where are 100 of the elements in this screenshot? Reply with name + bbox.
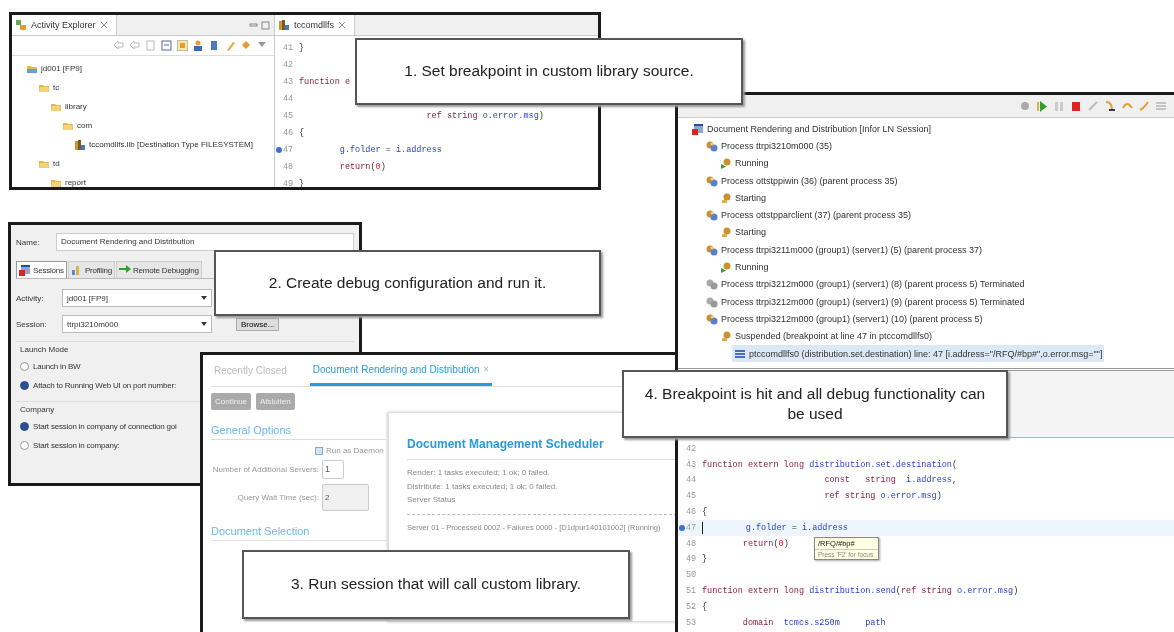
debug-tree-item[interactable]: Process ttrpi3212m000 (group1) (server1) (8) (parent process 5) Terminated [704,275,1027,293]
debug-tree-item[interactable]: Suspended (breakpoint at line 47 in ptccomdllfs0) [718,327,935,345]
code-line: return(0) [338,161,386,172]
code-line: { [702,507,708,518]
pen-icon[interactable] [225,40,236,51]
gears-icon [706,295,718,308]
books-icon [74,138,86,151]
callout-box: 4. Breakpoint is hit and all debug functionality can be used [622,370,1008,438]
code-line: ref string o.error.msg) [823,491,942,502]
field-label: Number of Additional Servers: [211,465,319,474]
line-number: 50 [686,570,698,581]
radio-button[interactable]: Start session in company: [20,436,120,455]
tree-item[interactable]: tc [36,78,62,97]
debug-tree-item[interactable]: Starting [718,223,769,242]
name-field[interactable]: Document Rendering and Distribution [56,233,354,251]
debug-tree-item[interactable]: Starting [718,189,769,207]
tree-item[interactable]: jd001 [FP9] [24,59,84,78]
back-arrow-icon[interactable] [113,40,124,51]
close-icon[interactable] [338,21,346,29]
line-number: 42 [283,59,295,70]
view-tab[interactable]: Activity Explorer [12,15,117,35]
debug-tree-item[interactable]: Process ttrpi3212m000 (group1) (server1) (10) (parent process 5) [704,310,985,328]
radio-button[interactable]: Launch in BW [20,357,81,376]
field-label: Session: [16,319,48,329]
tree-item[interactable]: td [36,154,62,173]
back-arrow-icon[interactable] [129,40,140,51]
dropdown-arrow-icon [201,296,207,300]
debug-tree-item[interactable]: ptccomdllfs0 (distribution.set.destination) line: 47 [i.address="/RFQ/#bp#",o.error.msg=""] [732,344,1105,363]
line-number: 43 [283,76,295,87]
tree-item[interactable]: library [48,97,89,116]
line-number: 47 [686,522,698,533]
minimize-icon[interactable] [249,20,258,29]
document-icon[interactable] [145,40,156,51]
stack-frame-icon [734,347,746,360]
pause-icon[interactable] [1053,100,1065,112]
debug-tree-item[interactable]: Running [718,258,771,276]
book-icon[interactable] [209,40,220,51]
radio-button[interactable]: Start session in company of connection goi [20,417,177,436]
code-line: domain tcmcs.s250m path [741,617,886,628]
code-line: } [702,554,708,565]
gears-icon [706,312,718,325]
debug-tree-item[interactable]: Document Rendering and Distribution [Infor LN Session] [690,120,934,138]
dropdown[interactable]: jd001 [FP9] [62,289,212,307]
code-line: g.folder = i.address [744,522,848,533]
session-icon [19,264,31,276]
tree-item[interactable]: tccomdllfs.lib [Destination Type FILESYSTEM] [72,135,255,154]
status-text: Render: 1 tasks executed; 1 ok; 0 failed. [407,467,551,479]
field-label: Query Wait Time (sec): [236,493,319,502]
tab[interactable]: Sessions [16,261,67,278]
debug-tree-item[interactable]: Process ottstpparclient (37) (parent process 35) [704,206,914,224]
maximize-icon[interactable] [261,20,270,30]
tab[interactable]: Profiling [67,261,115,278]
collapse-icon[interactable] [161,40,172,51]
radio-button[interactable]: Attach to Running Web UI on port number: [20,376,177,395]
debug-tree-item[interactable]: Process ttrpi3211m000 (group1) (server1) (5) (parent process 37) [704,241,984,259]
field-label: Activity: [16,293,45,303]
dropdown[interactable]: ttrpi3210m000 [62,315,212,333]
section-heading: Document Selection [211,525,386,541]
resume-icon[interactable] [1036,100,1048,112]
thread-icon [720,157,732,170]
gears-icon [706,209,718,222]
callout-box: 2. Create debug configuration and run it. [214,250,601,316]
line-number: 41 [283,42,295,53]
code-line: { [702,601,708,612]
line-number: 52 [686,601,698,612]
code-line: function e [299,76,350,87]
dropdown-arrow-icon [201,322,207,326]
thread-icon [720,191,732,204]
tree-item[interactable]: report [48,173,88,187]
editor-tab[interactable]: tccomdllfs [275,15,355,35]
list-icon[interactable] [1155,100,1167,112]
debug-tree-item[interactable]: Running [718,154,771,172]
code-line: } [299,178,305,187]
section-heading: General Options [211,424,386,440]
line-number: 51 [686,586,698,597]
gears-icon [706,278,718,291]
input-field[interactable]: 1 [322,460,344,479]
input-field[interactable]: 2 [322,484,369,511]
code-line: const string i.address, [823,475,958,486]
gears-icon [706,174,718,187]
code-line: { [299,127,305,138]
debug-tree-item[interactable]: Process ttrpi3210m000 (35) [704,137,835,155]
line-number: 49 [283,178,295,187]
close-icon[interactable] [99,21,108,29]
line-number: 44 [283,93,295,104]
stop-icon[interactable] [1070,100,1082,112]
line-number: 49 [686,554,698,565]
step-into-icon[interactable] [1104,100,1116,112]
code-line: return(0) [741,538,789,549]
group-label: Launch Mode [20,345,70,354]
status-text: Distribute: 1 tasks executed; 1 ok; 0 failed. [407,480,559,493]
person-icon[interactable] [193,40,204,51]
debug-tree-item[interactable]: Process ottstppiwin (36) (parent process 35) [704,171,900,190]
browse-button[interactable]: Browse... [236,317,280,331]
tab[interactable]: Remote Debugging [116,261,202,278]
debug-tree-item[interactable]: Process ttrpi3212m000 (group1) (server1) (9) (parent process 5) Terminated [704,292,1027,311]
session-icon [692,122,704,135]
tree-item[interactable]: com [60,116,95,135]
thread-icon [720,226,732,239]
diamond-icon[interactable] [241,40,252,51]
